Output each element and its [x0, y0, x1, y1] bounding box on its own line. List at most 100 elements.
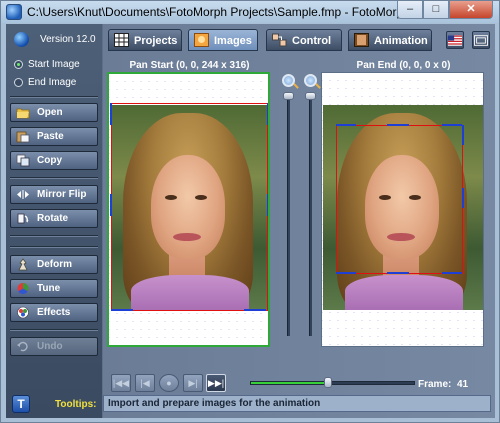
control-icon: [272, 33, 287, 47]
paste-label: Paste: [37, 131, 64, 142]
stop-button[interactable]: ●: [159, 374, 179, 392]
next-frame-button[interactable]: ▶|: [183, 374, 203, 392]
tab-control[interactable]: Control: [266, 29, 342, 51]
tooltip-text: Import and prepare images for the animat…: [108, 398, 321, 409]
frame-slider-track[interactable]: [250, 381, 415, 385]
pan-start-panel[interactable]: [107, 72, 270, 347]
tab-projects[interactable]: Projects: [108, 29, 182, 51]
tooltips-toggle-button[interactable]: T: [12, 395, 30, 413]
fullscreen-button[interactable]: [472, 31, 490, 49]
sidebar-divider: [10, 329, 98, 331]
radio-unselected-icon: [14, 78, 23, 87]
frame-slider-thumb[interactable]: [323, 377, 332, 388]
close-button[interactable]: ✕: [449, 1, 493, 19]
pan-end-panel[interactable]: [321, 72, 484, 347]
copy-label: Copy: [37, 155, 62, 166]
paste-button[interactable]: Paste: [10, 127, 98, 146]
deform-button[interactable]: Deform: [10, 255, 98, 274]
first-frame-button[interactable]: |◀◀: [111, 374, 131, 392]
pan-end-selection[interactable]: [336, 125, 463, 274]
pan-start-label: Pan Start (0, 0, 244 x 316): [129, 60, 250, 71]
deform-icon: [18, 258, 28, 271]
start-zoom-track[interactable]: [287, 96, 290, 336]
selection-handle[interactable]: [110, 194, 112, 216]
tooltips-box: Import and prepare images for the animat…: [103, 395, 491, 412]
last-frame-button[interactable]: ▶▶|: [206, 374, 226, 392]
end-zoom-thumb[interactable]: [305, 92, 316, 100]
window-controls: – □ ✕: [397, 1, 493, 19]
sidebar-divider: [10, 96, 98, 98]
selection-handle[interactable]: [387, 124, 409, 126]
minimize-button[interactable]: –: [397, 1, 423, 19]
language-button[interactable]: [446, 31, 464, 49]
mirror-flip-label: Mirror Flip: [37, 189, 87, 200]
mirror-flip-icon: [17, 190, 29, 199]
fullscreen-icon: [474, 35, 488, 46]
selection-handle[interactable]: [267, 194, 268, 216]
sidebar-divider: [10, 235, 98, 237]
sidebar-divider: [10, 246, 98, 248]
mirror-flip-button[interactable]: Mirror Flip: [10, 185, 98, 204]
selection-handle[interactable]: [110, 103, 112, 125]
rotate-label: Rotate: [37, 213, 69, 224]
open-label: Open: [37, 107, 63, 118]
paste-icon: [16, 131, 30, 143]
pan-start-selection[interactable]: [111, 103, 268, 311]
undo-icon: [17, 341, 28, 352]
left-sidebar: Version 12.0 Start Image End Image Open …: [6, 24, 102, 418]
copy-button[interactable]: Copy: [10, 151, 98, 170]
projects-grid-icon: [114, 33, 129, 47]
start-image-label: Start Image: [28, 59, 80, 70]
title-bar[interactable]: C:\Users\Knut\Documents\FotoMorph Projec…: [1, 1, 499, 23]
tooltips-label: Tooltips:: [55, 399, 97, 410]
selection-handle[interactable]: [336, 272, 356, 274]
selection-handle[interactable]: [111, 309, 133, 311]
frame-slider-fill: [251, 382, 329, 384]
animation-film-icon: [354, 33, 369, 47]
selection-handle[interactable]: [462, 125, 464, 145]
previous-frame-button[interactable]: |◀: [135, 374, 155, 392]
tune-button[interactable]: Tune: [10, 279, 98, 298]
version-text: Version 12.0: [40, 34, 96, 45]
copy-icon: [16, 154, 30, 167]
us-flag-icon: [448, 35, 462, 46]
selection-handle[interactable]: [267, 103, 268, 125]
folder-open-icon: [16, 108, 30, 119]
maximize-button[interactable]: □: [423, 1, 449, 19]
tab-animation[interactable]: Animation: [348, 29, 432, 51]
start-image-radio[interactable]: Start Image: [12, 58, 98, 72]
zoom-in-icon[interactable]: [282, 74, 295, 87]
undo-button[interactable]: Undo: [10, 337, 98, 356]
radio-selected-icon: [14, 60, 23, 69]
deform-label: Deform: [37, 259, 73, 270]
end-image-radio[interactable]: End Image: [12, 76, 98, 90]
end-zoom-track[interactable]: [309, 96, 312, 336]
tab-animation-label: Animation: [374, 35, 428, 47]
tab-images[interactable]: Images: [188, 29, 258, 51]
tab-images-label: Images: [214, 35, 252, 47]
effects-button[interactable]: Effects: [10, 303, 98, 322]
rotate-icon: [17, 213, 29, 224]
selection-handle[interactable]: [462, 188, 464, 208]
selection-handle[interactable]: [442, 124, 462, 126]
effects-label: Effects: [37, 307, 71, 318]
version-info: Version 12.0: [12, 32, 98, 50]
selection-handle[interactable]: [336, 124, 356, 126]
start-zoom-thumb[interactable]: [283, 92, 294, 100]
window-title: C:\Users\Knut\Documents\FotoMorph Projec…: [27, 5, 410, 19]
app-window: C:\Users\Knut\Documents\FotoMorph Projec…: [0, 0, 500, 423]
selection-handle[interactable]: [244, 309, 266, 311]
tune-label: Tune: [37, 283, 61, 294]
tune-icon: [17, 283, 29, 295]
zoom-out-icon[interactable]: [304, 74, 317, 87]
sidebar-divider: [10, 177, 98, 179]
undo-label: Undo: [37, 341, 63, 352]
selection-handle[interactable]: [387, 272, 409, 274]
frame-label: Frame:: [418, 379, 452, 390]
selection-handle[interactable]: [442, 272, 462, 274]
rotate-button[interactable]: Rotate: [10, 209, 98, 228]
app-icon: [6, 4, 22, 20]
open-button[interactable]: Open: [10, 103, 98, 122]
tab-projects-label: Projects: [134, 35, 178, 47]
pan-end-label: Pan End (0, 0, 0 x 0): [356, 60, 451, 71]
